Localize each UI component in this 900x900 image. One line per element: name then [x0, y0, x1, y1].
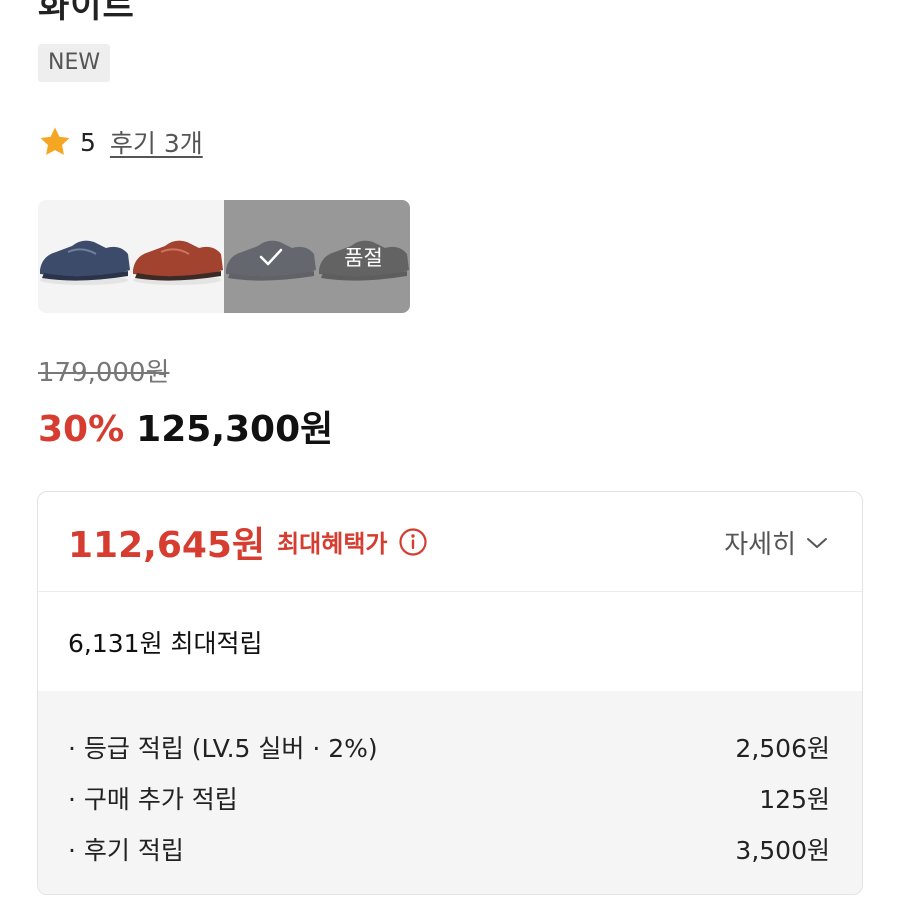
points-row-value: 125원 [759, 784, 830, 814]
star-icon [40, 127, 70, 155]
discount-percent: 30% [38, 409, 125, 450]
new-badge: NEW [38, 44, 111, 82]
color-option-navy-selected[interactable] [224, 200, 317, 313]
sale-price-row: 30% 125,300원 [38, 400, 333, 452]
review-link[interactable]: 후기 3개 [110, 124, 203, 160]
sale-price: 125,300원 [136, 409, 334, 450]
original-price: 179,000원 [38, 358, 170, 388]
color-option-navy[interactable] [38, 200, 131, 313]
max-benefit-label: 최대혜택가 [277, 530, 388, 558]
points-row-label: · 후기 적립 [68, 835, 184, 865]
points-row-value: 3,500원 [735, 835, 830, 865]
rating-score: 5 [80, 127, 96, 157]
color-option-red[interactable] [131, 200, 224, 313]
check-icon [259, 248, 282, 265]
points-breakdown: · 등급 적립 (LV.5 실버 · 2%) 2,506원 · 구매 추가 적립… [38, 691, 862, 894]
color-option-black-soldout[interactable]: 품절 [317, 200, 410, 313]
color-option-list: 품절 [38, 200, 410, 313]
rating-row: 5 후기 3개 [38, 120, 203, 164]
max-benefit-price: 112,645원 [68, 524, 266, 566]
points-row: · 등급 적립 (LV.5 실버 · 2%) 2,506원 [68, 721, 830, 772]
benefit-box: 112,645원 최대혜택가 자세히 6,131원 최대적립 · 등급 적립 (… [37, 491, 863, 895]
max-points-summary: 6,131원 최대적립 [68, 628, 263, 658]
benefit-header: 112,645원 최대혜택가 자세히 [38, 492, 862, 592]
product-title: 화이트 [38, 0, 135, 26]
detail-label: 자세히 [724, 530, 796, 560]
shoe-image [40, 240, 130, 285]
points-row-label: · 등급 적립 (LV.5 실버 · 2%) [68, 733, 378, 763]
points-row: · 구매 추가 적립 125원 [68, 772, 830, 823]
points-row: · 후기 적립 3,500원 [68, 823, 830, 874]
soldout-label: 품절 [344, 246, 383, 270]
points-row-label: · 구매 추가 적립 [68, 784, 238, 814]
points-row-value: 2,506원 [735, 733, 830, 763]
detail-toggle-button[interactable]: 자세히 [724, 524, 828, 561]
info-icon[interactable] [398, 527, 428, 557]
shoe-image [133, 240, 223, 285]
chevron-down-icon [807, 537, 827, 548]
